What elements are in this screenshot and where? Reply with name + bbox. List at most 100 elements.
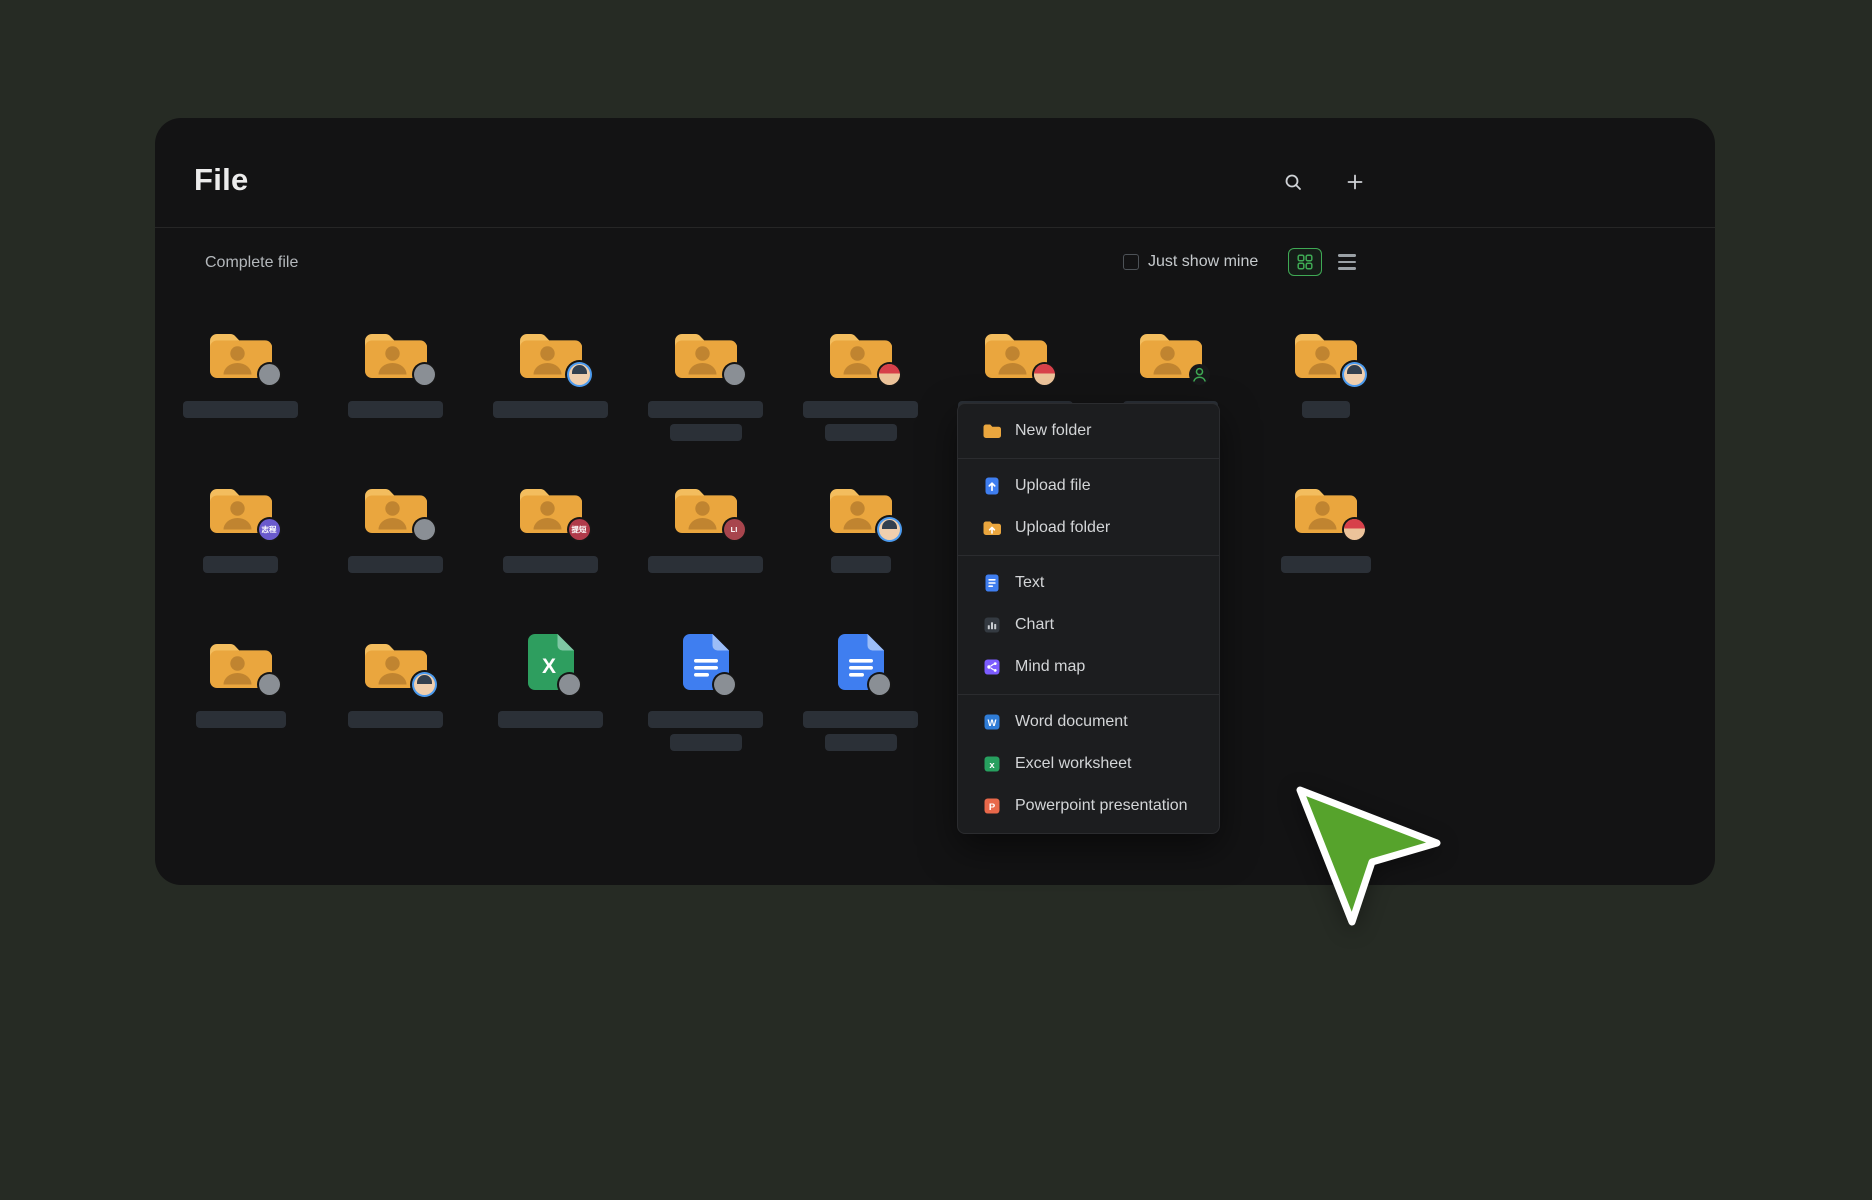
empty-cell (1248, 608, 1403, 763)
svg-text:W: W (988, 718, 997, 729)
menu-item-label: Upload file (1015, 477, 1091, 495)
collaborator-avatar (1344, 364, 1365, 385)
collaborator-avatar: 提短 (569, 519, 590, 540)
file-icon-wrap (1293, 477, 1359, 535)
menu-item-label: Text (1015, 574, 1044, 592)
file-name-placeholder (1302, 401, 1350, 418)
menu-item-chart[interactable]: Chart (958, 604, 1219, 646)
file-icon-wrap (828, 477, 894, 535)
header-divider (155, 227, 1715, 228)
file-item[interactable] (783, 298, 938, 453)
menu-item-upload-folder[interactable]: Upload folder (958, 507, 1219, 549)
collaborator-avatar (724, 364, 745, 385)
file-item[interactable]: 志程 (163, 453, 318, 608)
file-item[interactable] (163, 608, 318, 763)
grid-view-icon (1297, 254, 1313, 270)
svg-text:x: x (989, 760, 995, 771)
list-view-button[interactable] (1338, 254, 1356, 269)
file-name-placeholder (498, 711, 603, 728)
menu-item-text[interactable]: Text (958, 562, 1219, 604)
file-icon-wrap (363, 322, 429, 380)
file-item[interactable] (628, 298, 783, 453)
file-name-placeholder (503, 556, 598, 573)
just-show-mine-checkbox[interactable] (1123, 254, 1139, 270)
grid-view-button[interactable] (1288, 248, 1322, 276)
menu-item-label: Word document (1015, 713, 1128, 731)
file-item[interactable] (1248, 453, 1403, 608)
collaborator-avatar (559, 674, 580, 695)
menu-item-label: Mind map (1015, 658, 1085, 676)
menu-item-mind-map[interactable]: Mind map (958, 646, 1219, 688)
menu-item-label: Chart (1015, 616, 1054, 634)
file-item[interactable] (318, 298, 473, 453)
header-actions (1275, 164, 1373, 200)
file-item[interactable]: X (473, 608, 628, 763)
menu-item-word[interactable]: W Word document (958, 701, 1219, 743)
menu-item-label: New folder (1015, 422, 1091, 440)
collaborator-avatar (879, 364, 900, 385)
menu-item-powerpoint[interactable]: P Powerpoint presentation (958, 785, 1219, 827)
collaborator-avatar (259, 674, 280, 695)
file-name-placeholder (803, 401, 918, 418)
excel-icon: x (982, 754, 1002, 774)
new-folder-icon (982, 421, 1002, 441)
collaborator-avatar (259, 364, 280, 385)
collaborator-avatar (869, 674, 890, 695)
svg-text:X: X (541, 655, 555, 678)
file-icon-wrap (673, 322, 739, 380)
just-show-mine-label[interactable]: Just show mine (1148, 253, 1258, 271)
file-name-placeholder (648, 401, 763, 418)
menu-item-label: Powerpoint presentation (1015, 797, 1188, 815)
file-name-placeholder (803, 711, 918, 728)
menu-item-upload-file[interactable]: Upload file (958, 465, 1219, 507)
file-item[interactable] (318, 608, 473, 763)
file-icon-wrap (1138, 322, 1204, 380)
file-item[interactable]: LI (628, 453, 783, 608)
file-manager-window: File Complete file Just show mine (155, 118, 1715, 885)
file-item[interactable] (163, 298, 318, 453)
collaborator-avatar (414, 364, 435, 385)
file-name-placeholder (825, 734, 897, 751)
menu-item-excel[interactable]: x Excel worksheet (958, 743, 1219, 785)
menu-item-label: Excel worksheet (1015, 755, 1132, 773)
file-name-placeholder (670, 734, 742, 751)
upload-folder-icon (982, 518, 1002, 538)
svg-text:P: P (989, 802, 996, 813)
file-icon-wrap (683, 632, 729, 690)
file-name-placeholder (670, 424, 742, 441)
file-name-placeholder (348, 401, 443, 418)
collaborator-avatar (879, 519, 900, 540)
list-view-icon (1338, 254, 1356, 269)
file-name-placeholder (648, 556, 763, 573)
file-icon-wrap: X (528, 632, 574, 690)
search-icon (1283, 172, 1303, 192)
file-name-placeholder (493, 401, 608, 418)
word-icon: W (982, 712, 1002, 732)
search-button[interactable] (1275, 164, 1311, 200)
section-label: Complete file (205, 254, 298, 272)
page-title: File (194, 162, 249, 198)
create-menu: New folder Upload file Upload folder Text Ch… (957, 403, 1220, 834)
file-item[interactable] (783, 453, 938, 608)
file-item[interactable] (318, 453, 473, 608)
file-item[interactable] (628, 608, 783, 763)
file-item[interactable] (1248, 298, 1403, 453)
file-item[interactable] (473, 298, 628, 453)
file-name-placeholder (348, 556, 443, 573)
shared-indicator-icon (1189, 364, 1210, 385)
file-icon-wrap (983, 322, 1049, 380)
file-name-placeholder (203, 556, 278, 573)
menu-item-new-folder[interactable]: New folder (958, 410, 1219, 452)
file-item[interactable]: 提短 (473, 453, 628, 608)
file-icon-wrap (838, 632, 884, 690)
add-button[interactable] (1337, 164, 1373, 200)
powerpoint-icon: P (982, 796, 1002, 816)
file-icon-wrap (208, 322, 274, 380)
collaborator-avatar (414, 519, 435, 540)
file-item[interactable] (783, 608, 938, 763)
file-icon-wrap (1293, 322, 1359, 380)
file-icon-wrap (363, 477, 429, 535)
file-icon-wrap: LI (673, 477, 739, 535)
toolbar-right: Just show mine (1123, 227, 1356, 297)
file-name-placeholder (196, 711, 286, 728)
